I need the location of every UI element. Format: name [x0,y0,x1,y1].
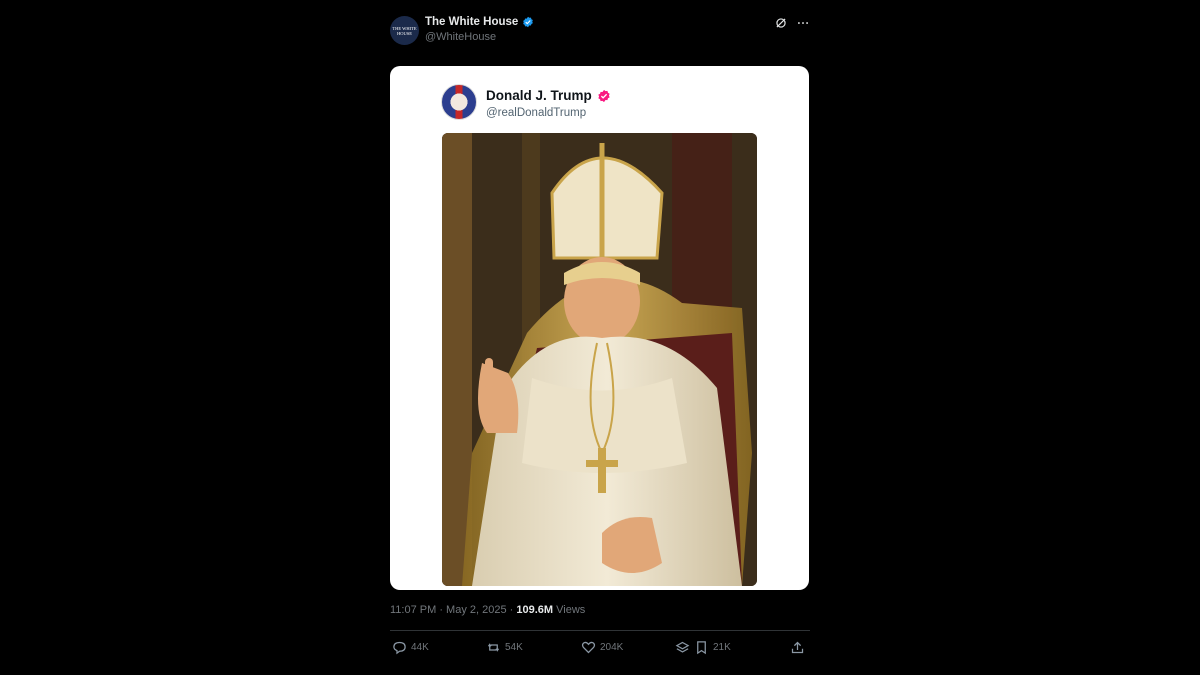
bookmark-count: 21K [713,642,731,653]
tweet-header: THE WHITE HOUSE The White House @WhiteHo… [390,14,810,48]
repost-icon [487,643,500,652]
grok-icon[interactable] [774,16,788,33]
embedded-post-card[interactable]: Donald J. Trump @realDonaldTrump [390,66,809,590]
more-icon[interactable] [796,16,810,33]
repost-button[interactable]: 54K [486,640,523,655]
tweet-meta: 11:07 PM · May 2, 2025 · 109.6M Views [390,604,585,616]
pope-portrait-illustration [442,133,757,586]
reply-icon [393,641,406,655]
embedded-handle: @realDonaldTrump [486,107,587,119]
author-handle[interactable]: @WhiteHouse [425,31,534,43]
like-count: 204K [600,642,624,653]
author-names: The White House @WhiteHouse [425,16,534,43]
like-icon [581,641,596,654]
views-label: Views [553,604,586,616]
share-button[interactable] [790,640,805,655]
author-display-name[interactable]: The White House [425,16,534,28]
like-button[interactable]: 204K [581,640,623,655]
post-image[interactable] [442,133,757,586]
timestamp[interactable]: 11:07 PM · May 2, 2025 · [390,604,516,616]
reply-button[interactable]: 44K [392,640,429,655]
repost-count: 54K [505,642,523,653]
reply-count: 44K [411,642,429,653]
divider [390,630,810,631]
views-count: 109.6M [516,604,554,616]
header-actions [774,16,810,33]
embedded-display-name-text: Donald J. Trump [486,88,592,103]
author-avatar[interactable]: THE WHITE HOUSE [390,16,419,45]
bookmark-icon [697,641,706,655]
share-icon [791,641,804,654]
embedded-author-names: Donald J. Trump @realDonaldTrump [486,88,611,119]
embedded-author-avatar [441,84,477,120]
verified-badge-icon [523,16,534,28]
bookmark-button[interactable]: 21K [675,640,731,655]
verified-badge-icon [598,89,610,102]
author-display-name-text[interactable]: The White House [425,16,518,28]
embedded-display-name: Donald J. Trump [486,88,611,103]
action-bar: 44K 54K 204K 21K [390,640,810,658]
avatar-text: THE WHITE HOUSE [392,25,417,36]
layers-icon [675,641,690,653]
tweet: THE WHITE HOUSE The White House @WhiteHo… [390,14,810,655]
